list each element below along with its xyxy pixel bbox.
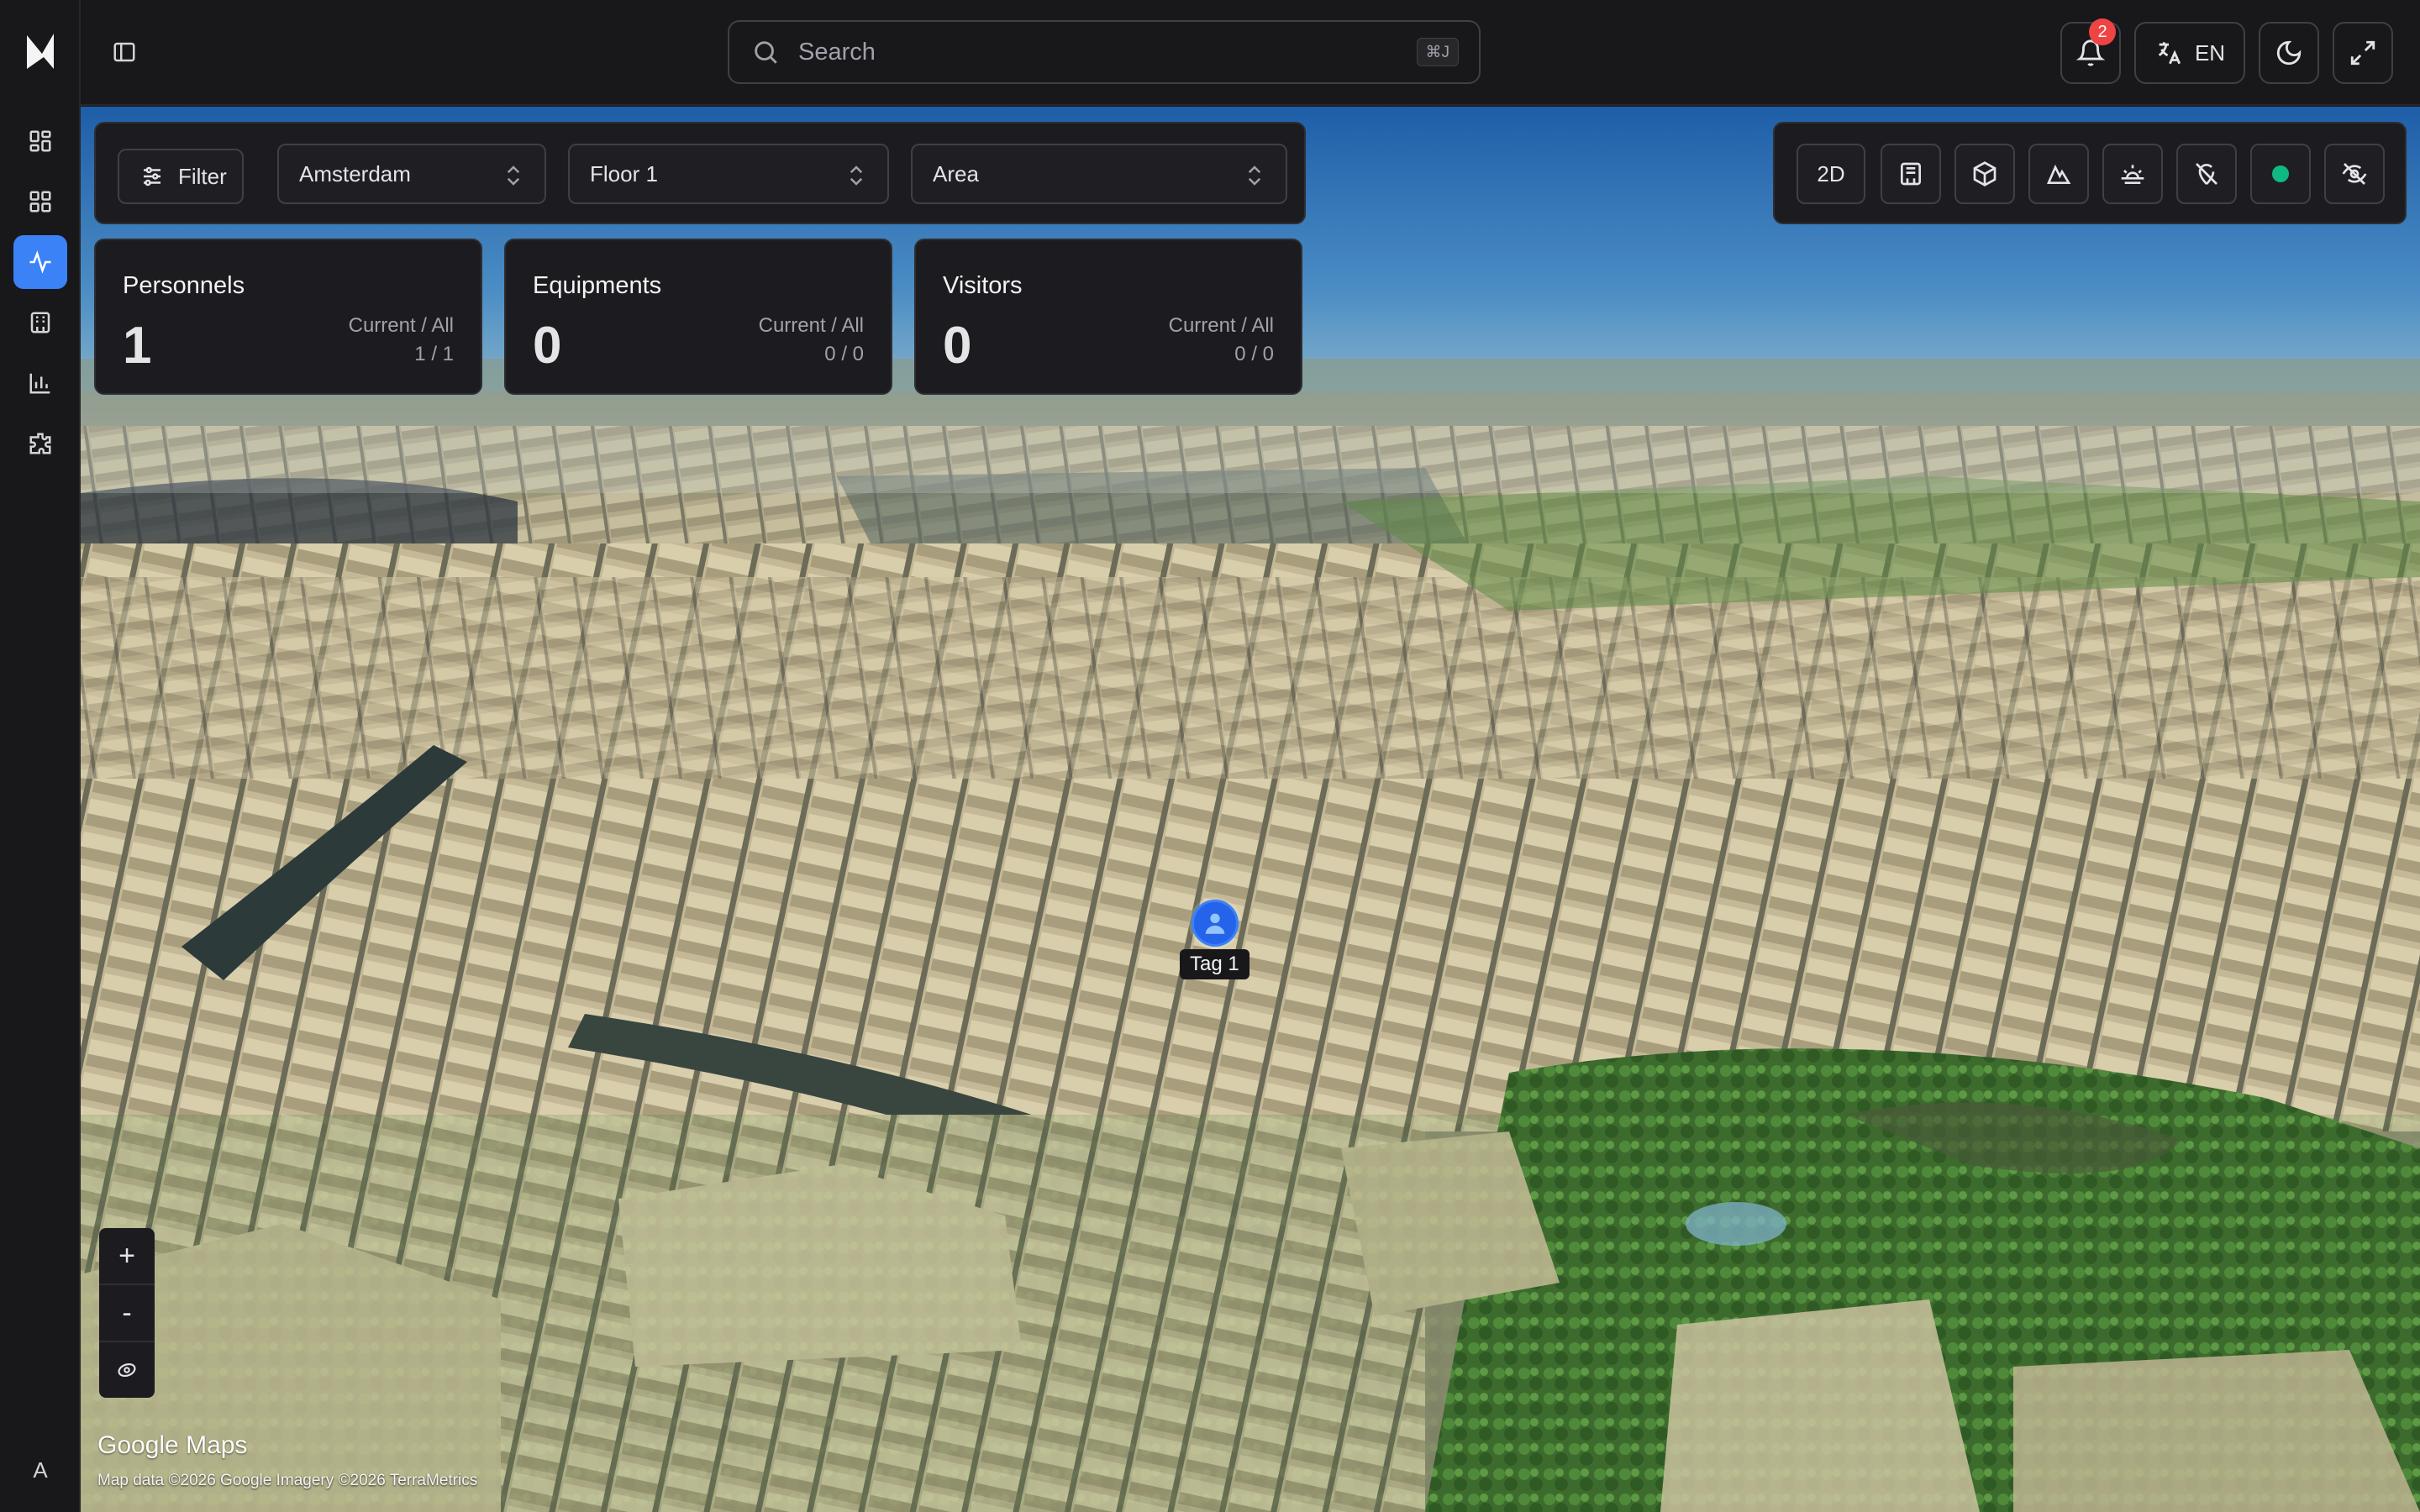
stat-card-personnels[interactable]: Personnels 1 Current / All 1 / 1 [94, 239, 482, 395]
search-icon [755, 41, 777, 64]
terrain-button[interactable] [2028, 144, 2089, 204]
bar-chart-icon [29, 373, 50, 394]
translate-icon [2158, 42, 2181, 65]
area-select[interactable]: Area [911, 144, 1287, 204]
notification-count-badge: 2 [2089, 18, 2116, 45]
layout-dashboard-icon [29, 130, 51, 152]
fullscreen-button[interactable] [2333, 22, 2393, 84]
eye-off-icon [2342, 163, 2367, 185]
stat-title: Equipments [533, 272, 662, 299]
google-maps-logo: Google Maps [97, 1431, 248, 1459]
sidebar-item-plugins[interactable] [13, 417, 67, 470]
stat-card-visitors[interactable]: Visitors 0 Current / All 0 / 0 [914, 239, 1302, 395]
user-avatar[interactable]: A [24, 1453, 57, 1487]
chevrons-up-down-icon [850, 165, 863, 186]
chevrons-up-down-icon [507, 165, 520, 186]
stat-card-equipments[interactable]: Equipments 0 Current / All 0 / 0 [504, 239, 892, 395]
location-off-button[interactable] [2176, 144, 2237, 204]
stat-subtitle: Current / All [348, 314, 454, 337]
zoom-controls: + - [99, 1228, 155, 1398]
moon-icon [2276, 40, 2302, 66]
notifications-button[interactable]: 2 [2060, 18, 2121, 84]
stat-ratio: 0 / 0 [1234, 343, 1274, 365]
tag-marker[interactable] [1192, 900, 1239, 947]
stat-subtitle: Current / All [1168, 314, 1274, 337]
hide-overlay-button[interactable] [2324, 144, 2385, 204]
cube-icon [1973, 161, 1996, 186]
grid-icon [29, 191, 51, 213]
stat-value: 0 [533, 317, 562, 375]
building-icon [1901, 162, 1921, 186]
theme-toggle-button[interactable] [2259, 22, 2319, 84]
stat-value: 0 [943, 317, 972, 375]
city-select[interactable]: Amsterdam [277, 144, 546, 204]
stat-ratio: 0 / 0 [824, 343, 864, 365]
user-icon [1205, 913, 1225, 934]
filter-button-label: Filter [178, 163, 227, 189]
top-header: Search ⌘J 2 EN [81, 0, 2420, 106]
buildings-layer-button[interactable] [1881, 144, 1941, 204]
floor-select-value: Floor 1 [590, 160, 658, 186]
sidebar-item-buildings[interactable] [13, 296, 67, 349]
sidebar: A [0, 0, 81, 1512]
stat-ratio: 1 / 1 [414, 343, 454, 365]
sidebar-item-activity[interactable] [13, 235, 67, 289]
tag-label: Tag 1 [1180, 949, 1249, 979]
app-logo[interactable] [25, 32, 55, 71]
language-code: EN [2194, 39, 2226, 66]
sidebar-item-dashboard[interactable] [13, 114, 67, 168]
sunrise-icon [2121, 165, 2144, 184]
filter-bar: Filter Amsterdam Floor 1 Area [94, 122, 1306, 224]
zoom-out-button[interactable]: - [99, 1285, 155, 1341]
map-pin-off-icon [2196, 163, 2217, 185]
puzzle-icon [29, 433, 51, 454]
area-select-value: Area [933, 160, 979, 186]
zoom-in-button[interactable]: + [99, 1228, 155, 1284]
panel-left-icon [113, 42, 135, 62]
mountain-icon [2046, 164, 2071, 184]
compass-button[interactable] [99, 1342, 155, 1398]
sliders-icon [144, 166, 160, 186]
building-icon [30, 312, 50, 333]
search-shortcut-hint: ⌘J [1416, 38, 1459, 66]
map-attribution[interactable]: Map data ©2026 Google Imagery ©2026 Terr… [97, 1472, 477, 1490]
stat-subtitle: Current / All [758, 314, 864, 337]
view-mode-2d-button[interactable]: 2D [1797, 144, 1865, 204]
stat-title: Personnels [123, 272, 245, 299]
app-root: + - A Search ⌘J 2 EN Filter Amsterdam Fl… [0, 0, 2420, 1512]
maximize-icon [2350, 40, 2375, 66]
status-indicator-button[interactable] [2250, 144, 2311, 204]
3d-model-button[interactable] [1954, 144, 2015, 204]
search-input[interactable]: Search [798, 39, 1417, 66]
lighting-button[interactable] [2102, 144, 2163, 204]
floor-select[interactable]: Floor 1 [568, 144, 889, 204]
sidebar-item-grid[interactable] [13, 175, 67, 228]
sidebar-item-analytics[interactable] [13, 356, 67, 410]
language-button[interactable]: EN [2134, 22, 2245, 84]
status-dot [2272, 165, 2289, 182]
stat-value: 1 [123, 317, 152, 375]
sidebar-toggle-button[interactable] [106, 34, 143, 71]
filter-button[interactable]: Filter [118, 149, 244, 204]
city-select-value: Amsterdam [299, 160, 411, 186]
activity-icon [29, 250, 51, 274]
map-toolbar: 2D [1773, 122, 2407, 224]
chevrons-up-down-icon [1248, 165, 1261, 186]
stat-title: Visitors [943, 272, 1023, 299]
eye-orbit-icon [118, 1362, 136, 1378]
search-bar[interactable]: Search ⌘J [728, 20, 1481, 84]
